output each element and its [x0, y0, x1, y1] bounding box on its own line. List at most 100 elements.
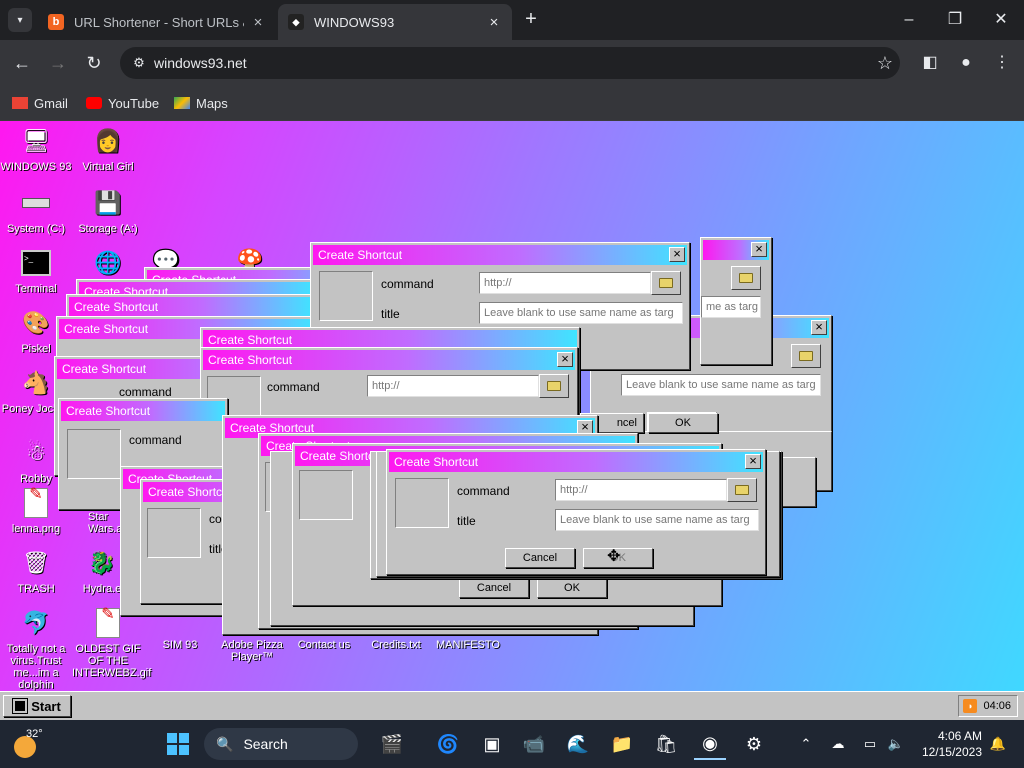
- close-icon[interactable]: ×: [557, 352, 573, 367]
- title-input[interactable]: me as targ: [701, 296, 761, 318]
- edge-preview-icon[interactable]: 🌀: [432, 728, 464, 760]
- close-icon[interactable]: ×: [745, 454, 761, 469]
- volume-icon[interactable]: 🔈: [886, 734, 906, 754]
- folder-icon: [799, 351, 813, 361]
- taskbar-search[interactable]: 🔍 Search: [204, 728, 358, 760]
- tab-url-shortener[interactable]: b URL Shortener - Short URLs & C ×: [38, 4, 276, 40]
- rss-icon[interactable]: ◗: [963, 699, 978, 713]
- weather-widget[interactable]: 32°: [12, 728, 52, 760]
- bookmark-maps[interactable]: Maps: [174, 92, 228, 114]
- notification-bell-icon[interactable]: 🔔: [988, 734, 1008, 754]
- desktop-icon-dolphin[interactable]: 🐬 Totally not a virus.Trust me...im a dol…: [0, 607, 72, 692]
- start-button[interactable]: Start: [3, 695, 71, 717]
- command-input[interactable]: http://: [479, 272, 651, 294]
- close-icon[interactable]: ×: [669, 247, 685, 262]
- clipchamp-icon[interactable]: 🎬: [376, 728, 408, 760]
- trash-icon: 🗑: [22, 550, 50, 575]
- display-icon[interactable]: ▭: [860, 734, 880, 754]
- browser-chrome: ▾ b URL Shortener - Short URLs & C × ◆ W…: [0, 0, 1024, 121]
- reload-button[interactable]: ↻: [80, 49, 108, 77]
- command-input[interactable]: http://: [367, 375, 539, 397]
- bookmark-youtube[interactable]: YouTube: [86, 92, 159, 114]
- site-info-icon[interactable]: ⚙: [124, 55, 154, 71]
- desktop-icon-oldest-gif[interactable]: ✎ OLDEST GIF OF THE INTERWEBZ.gif: [72, 607, 151, 680]
- teams-icon[interactable]: 📹: [518, 728, 550, 760]
- desktop-icon-terminal[interactable]: >_ Terminal: [0, 247, 72, 295]
- menu-icon[interactable]: ⋮: [988, 49, 1016, 77]
- create-shortcut-window-active[interactable]: Create Shortcut × command http:// title L…: [386, 449, 766, 575]
- desktop-icon-system-c[interactable]: System (C:): [0, 187, 72, 235]
- title-input[interactable]: Leave blank to use same name as targ: [555, 509, 759, 531]
- browse-folder-button[interactable]: [727, 478, 757, 502]
- globe-icon: 🌐: [94, 250, 122, 275]
- back-button[interactable]: ←: [8, 49, 36, 77]
- new-tab-button[interactable]: +: [520, 8, 542, 32]
- folder-icon: [739, 273, 753, 283]
- tab-search-button[interactable]: ▾: [8, 8, 32, 32]
- window-titlebar[interactable]: Create Shortcut ×: [313, 245, 687, 265]
- network-off-icon[interactable]: ☁: [828, 734, 848, 754]
- windows-start-icon[interactable]: [162, 728, 194, 760]
- desktop-icon-credits[interactable]: Credits.txt: [360, 639, 432, 651]
- desktop-icon-storage-a[interactable]: 💾 Storage (A:): [72, 187, 144, 236]
- close-icon[interactable]: ×: [751, 242, 767, 257]
- desktop-icon-windows93[interactable]: 🖥 WINDOWS 93: [0, 125, 72, 174]
- close-tab-icon[interactable]: ×: [486, 14, 502, 31]
- window-titlebar[interactable]: Create Shortcut: [61, 401, 225, 421]
- desktop-icon-contact-us[interactable]: Contact us: [288, 639, 360, 651]
- settings-icon[interactable]: ⚙: [738, 728, 770, 760]
- icon-label: Storage (A:): [78, 223, 138, 235]
- command-input[interactable]: http://: [555, 479, 727, 501]
- window-titlebar[interactable]: Create Shortcut ×: [203, 350, 575, 370]
- close-tab-icon[interactable]: ×: [250, 14, 266, 31]
- ok-button[interactable]: OK: [648, 413, 718, 433]
- chevron-up-icon[interactable]: ⌃: [796, 734, 816, 754]
- restore-button[interactable]: ❐: [932, 0, 978, 40]
- icon-label: Hydra.e: [82, 583, 122, 595]
- side-panel-icon[interactable]: ◧: [916, 49, 944, 77]
- palette-icon: 🎨: [22, 310, 50, 335]
- chrome-icon[interactable]: ◉: [694, 728, 726, 760]
- window-titlebar[interactable]: ×: [703, 240, 769, 260]
- desktop-icon-trash[interactable]: 🗑 TRASH: [0, 547, 72, 596]
- shortcut-icon-preview: [319, 271, 373, 321]
- store-icon[interactable]: 🛍: [650, 728, 682, 760]
- file-explorer-icon[interactable]: 📁: [606, 728, 638, 760]
- desktop-icon-virtual-girl[interactable]: 👩 Virtual Girl: [72, 125, 144, 174]
- icon-label: Credits.txt: [371, 639, 421, 651]
- browser-toolbar: ← → ↻ ⚙ windows93.net ☆ ◧ ● ⋮: [0, 40, 1024, 86]
- task-view-icon[interactable]: ▣: [476, 728, 508, 760]
- browse-folder-button[interactable]: [791, 344, 821, 368]
- title-input[interactable]: Leave blank to use same name as targ: [479, 302, 683, 324]
- icon-label: System (C:): [6, 223, 66, 235]
- clock-date: 12/15/2023: [921, 745, 982, 759]
- bookmark-star-icon[interactable]: ☆: [870, 53, 900, 74]
- forward-button[interactable]: →: [44, 49, 72, 77]
- bookmark-label: Maps: [196, 95, 228, 111]
- title-input[interactable]: Leave blank to use same name as targ: [621, 374, 821, 396]
- desktop-icon-globe[interactable]: 🌐: [72, 247, 144, 283]
- cancel-button[interactable]: Cancel: [459, 578, 529, 598]
- minimize-button[interactable]: –: [886, 0, 932, 40]
- desktop-icon-adobe-pizza[interactable]: Adobe Pizza Player™: [216, 639, 288, 663]
- close-icon[interactable]: ×: [811, 320, 827, 335]
- desktop-icon-sim93[interactable]: SIM 93: [144, 639, 216, 651]
- cancel-button[interactable]: Cancel: [505, 548, 575, 568]
- edge-icon[interactable]: 🌊: [562, 728, 594, 760]
- browse-folder-button[interactable]: [731, 266, 761, 290]
- address-bar[interactable]: ⚙ windows93.net ☆: [120, 47, 900, 79]
- tab-windows93[interactable]: ◆ WINDOWS93 ×: [278, 4, 512, 40]
- profile-icon[interactable]: ●: [952, 49, 980, 77]
- robot-icon: ☃: [26, 440, 46, 465]
- ok-button[interactable]: OK: [537, 578, 607, 598]
- desktop-icon-manifesto[interactable]: MANIFESTO: [432, 639, 504, 651]
- close-window-button[interactable]: ✕: [978, 0, 1024, 40]
- window-titlebar[interactable]: Create Shortcut: [69, 297, 313, 317]
- folder-icon: [547, 381, 561, 391]
- window-titlebar[interactable]: Create Shortcut ×: [389, 452, 763, 472]
- create-shortcut-window[interactable]: × me as targ: [700, 237, 772, 365]
- system-clock[interactable]: 4:06 AM 12/15/2023: [910, 728, 982, 760]
- bookmark-gmail[interactable]: Gmail: [12, 92, 68, 114]
- browse-folder-button[interactable]: [651, 271, 681, 295]
- browse-folder-button[interactable]: [539, 374, 569, 398]
